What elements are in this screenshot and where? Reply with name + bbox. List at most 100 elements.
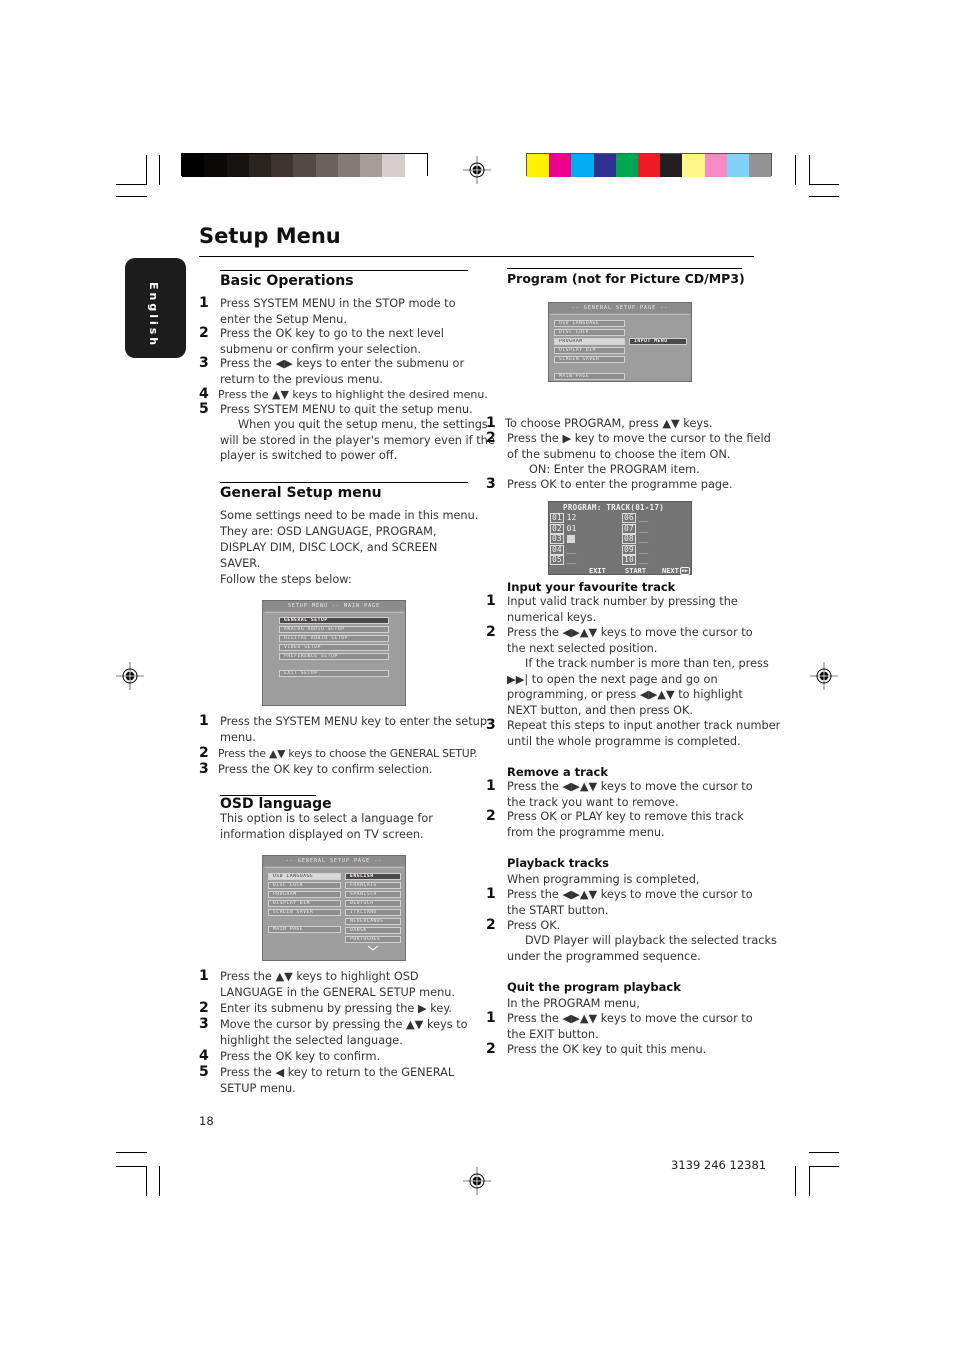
program-slot[interactable]: 07 __	[622, 523, 649, 534]
step-number: 1	[199, 295, 209, 311]
language-option[interactable]: DEUTSCH	[345, 900, 401, 907]
program-slot[interactable]: 04 __	[550, 544, 577, 555]
step-text: Press OK or PLAY key to remove this trac…	[507, 810, 744, 839]
basic-operations-heading: Basic Operations	[220, 273, 354, 289]
next-button[interactable]: NEXT ▶▶	[662, 567, 690, 575]
color-swatch	[271, 154, 294, 177]
color-swatch	[404, 154, 427, 177]
section-rule	[220, 270, 468, 271]
program-slot[interactable]: 10 __	[622, 555, 649, 565]
scroll-down-icon[interactable]	[367, 945, 379, 951]
input-menu-option[interactable]: INPUT MENU	[629, 338, 687, 345]
step-number: 3	[486, 717, 496, 733]
step-text: Press the ▲▼ keys to highlight the desir…	[218, 388, 488, 401]
note-text: If the track number is more than ten, pr…	[507, 657, 769, 717]
language-option[interactable]: NEDERLANDS	[345, 918, 401, 925]
step-number: 2	[199, 745, 209, 761]
title-rule	[199, 256, 754, 257]
step-number: 1	[199, 968, 209, 984]
menu-item[interactable]: PROGRAM	[268, 891, 341, 898]
menu-item[interactable]: SCREEN SAVER	[554, 356, 625, 363]
color-swatch	[337, 154, 361, 177]
language-tab: English	[125, 258, 186, 358]
color-swatch	[615, 154, 638, 177]
quit-intro: In the PROGRAM menu,	[507, 997, 640, 1010]
menu-item[interactable]: DISPLAY DIM	[268, 900, 341, 907]
slot-number: 01	[550, 513, 564, 523]
step-number: 1	[486, 415, 496, 431]
slot-number: 07	[622, 523, 636, 534]
step-text: Press the SYSTEM MENU key to enter the s…	[220, 715, 488, 744]
slot-number: 05	[550, 555, 564, 565]
next-page-icon: ▶▶	[679, 567, 690, 575]
step-text: Press the ▲▼ keys to choose the GENERAL …	[218, 747, 478, 760]
exit-button[interactable]: EXIT	[589, 567, 606, 575]
color-swatch	[593, 154, 616, 177]
setup-main-page-screen: SETUP MENU -- MAIN PAGE GENERAL SETUP AN…	[262, 600, 406, 706]
main-page-item[interactable]: MAIN PAGE	[554, 373, 625, 380]
menu-item[interactable]: DISPLAY DIM	[554, 347, 625, 354]
menu-item[interactable]: DISC LOCK	[268, 882, 341, 889]
language-option[interactable]: ITALIANO	[345, 909, 401, 916]
slot-number: 09	[622, 544, 636, 555]
program-slot[interactable]: 05 __	[550, 555, 577, 565]
menu-item[interactable]: PREFERENCE SETUP	[279, 653, 389, 660]
slot-value: __	[638, 513, 649, 522]
program-slot[interactable]: 01 12	[550, 513, 577, 523]
step-number: 3	[486, 476, 496, 492]
menu-item[interactable]: ANALOG AUDIO SETUP	[279, 626, 389, 633]
slot-value: __	[566, 544, 577, 554]
general-setup-heading: General Setup menu	[220, 485, 382, 501]
color-swatch	[315, 154, 338, 177]
step-number: 3	[199, 761, 209, 777]
menu-item[interactable]: SCREEN SAVER	[268, 909, 341, 916]
general-setup-intro: Some settings need to be made in this me…	[220, 509, 479, 586]
start-button[interactable]: START	[625, 567, 646, 575]
menu-item[interactable]: VIDEO SETUP	[279, 644, 389, 651]
menu-item[interactable]: DIGITAL AUDIO SETUP	[279, 635, 389, 642]
language-option[interactable]: ENGLISH	[345, 873, 401, 880]
registration-mark-icon	[463, 1167, 491, 1195]
slot-value: __	[638, 555, 649, 564]
language-option[interactable]: PORTUGUES	[345, 936, 401, 943]
step-text: Press the ◀▶▲▼ keys to move the cursor t…	[507, 780, 753, 809]
step-number: 4	[199, 386, 209, 402]
program-slot[interactable]: 06 __	[622, 513, 649, 523]
language-option[interactable]: FRANÇAIS	[345, 882, 401, 889]
slot-value: __	[638, 534, 649, 543]
program-setup-screen: -- GENERAL SETUP PAGE -- OSD LANGUAGE DI…	[548, 302, 692, 382]
step-number: 1	[486, 1010, 496, 1026]
menu-item[interactable]: DISC LOCK	[554, 329, 625, 336]
slot-number: 08	[622, 534, 636, 544]
step-text: Press the OK key to quit this menu.	[507, 1043, 707, 1056]
note-text: When you quit the setup menu, the settin…	[220, 418, 495, 462]
language-tab-label: English	[147, 282, 160, 349]
exit-setup-item[interactable]: EXIT SETUP	[279, 670, 389, 677]
color-swatch	[704, 154, 727, 177]
menu-item[interactable]: OSD LANGUAGE	[268, 873, 341, 880]
program-slot[interactable]: 03	[550, 534, 575, 544]
section-rule	[220, 482, 468, 483]
screen-header: -- GENERAL SETUP PAGE --	[549, 303, 691, 313]
on-note: ON: Enter the PROGRAM item.	[529, 463, 700, 476]
page-number: 18	[199, 1114, 214, 1128]
step-number: 3	[199, 355, 209, 371]
menu-item[interactable]: GENERAL SETUP	[279, 617, 389, 624]
registration-mark-icon	[810, 662, 838, 690]
quit-playback-heading: Quit the program playback	[507, 980, 681, 994]
step-text: Press OK to enter the programme page.	[507, 478, 733, 491]
menu-item[interactable]: PROGRAM	[554, 338, 625, 345]
step-number: 2	[199, 1000, 209, 1016]
program-slot[interactable]: 09 __	[622, 544, 649, 555]
slot-value: __	[638, 523, 649, 533]
program-slot[interactable]: 02 01	[550, 523, 577, 534]
step-text: Press the ◀▶ keys to enter the submenu o…	[220, 357, 465, 386]
program-screen-header: PROGRAM: TRACK(01-17)	[563, 503, 665, 512]
program-slot[interactable]: 08 __	[622, 534, 649, 544]
language-option[interactable]: SPANISCH	[345, 891, 401, 898]
menu-item[interactable]: OSD LANGUAGE	[554, 320, 625, 327]
language-option[interactable]: DANSK	[345, 927, 401, 934]
main-page-item[interactable]: MAIN PAGE	[268, 926, 341, 933]
osd-language-heading: OSD language	[220, 796, 332, 812]
slot-number: 04	[550, 544, 564, 555]
